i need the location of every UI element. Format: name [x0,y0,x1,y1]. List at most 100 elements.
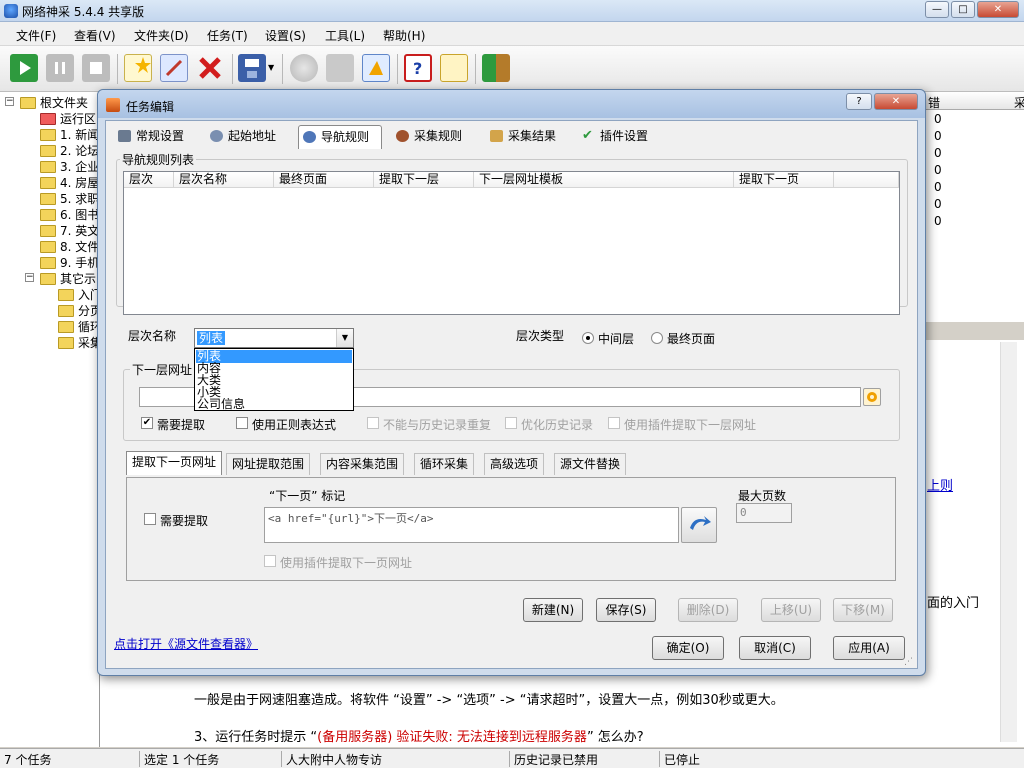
dialog-close-button[interactable]: ✕ [874,93,918,110]
tab-plugin-settings[interactable]: ✔ 插件设置 [578,125,662,149]
grid-value: 0 [934,129,942,143]
tree-item[interactable]: 9. 手机 [40,254,99,270]
delete-icon[interactable] [196,54,224,82]
chk-next-page-need-extract[interactable] [144,513,156,525]
radio-middle-level[interactable] [582,332,594,344]
tree-collapse-icon[interactable]: − [25,273,34,282]
max-pages-input[interactable]: 0 [736,503,792,523]
menu-file[interactable]: 文件(F) [16,27,56,44]
folder-icon [58,289,74,301]
tab-nav-rules[interactable]: 导航规则 [298,125,382,149]
exit-icon[interactable] [482,54,510,82]
plugin-icon[interactable] [362,54,390,82]
status-selected: 选定 1 个任务 [140,751,282,767]
tab-start-url[interactable]: 起始地址 [206,125,290,149]
grid-col-error[interactable]: 错 [928,94,940,111]
menu-tools[interactable]: 工具(L) [325,27,365,44]
stop-icon[interactable] [82,54,110,82]
refresh-arrow-icon[interactable] [681,507,717,543]
menu-settings[interactable]: 设置(S) [265,27,306,44]
help-scrollbar[interactable] [1000,342,1017,742]
results-icon [490,130,503,142]
tree-item-root[interactable]: 根文件夹 [20,94,88,110]
tree-item[interactable]: 8. 文件 [40,238,99,254]
col-next-level-url-template[interactable]: 下一层网址模板 [474,172,734,188]
search-help-icon[interactable] [440,54,468,82]
play-icon[interactable] [10,54,38,82]
tree-item[interactable]: 入门 [58,286,99,302]
help-icon[interactable]: ? [404,54,432,82]
tab-general[interactable]: 常规设置 [114,125,196,149]
save-rule-button[interactable]: 保存(S) [596,598,656,622]
close-button[interactable]: ✕ [977,1,1019,18]
tab-collect-results[interactable]: 采集结果 [486,125,570,149]
menu-help[interactable]: 帮助(H) [383,27,425,44]
dropdown-option[interactable]: 公司信息 [196,398,352,411]
col-extract-next-level[interactable]: 提取下一层 [374,172,474,188]
subtab-url-extract-range[interactable]: 网址提取范围 [226,453,311,475]
status-state: 已停止 [664,753,701,767]
tree-item-other[interactable]: 其它示 [40,270,96,286]
maximize-button[interactable]: □ [951,1,975,18]
tree-item[interactable]: 分页 [58,302,99,318]
next-page-mark-input[interactable]: <a href="{url}">下一页</a> [264,507,679,543]
new-rule-button[interactable]: 新建(N) [523,598,583,622]
subtab-loop-collect[interactable]: 循环采集 [414,453,475,475]
chevron-down-icon[interactable]: ▼ [336,329,353,347]
tree-item[interactable]: 4. 房屋 [40,174,99,190]
dialog-title-bar: 任务编辑 ? ✕ [98,90,925,118]
gear-icon[interactable] [863,388,881,406]
folder-icon [58,305,74,317]
menu-task[interactable]: 任务(T) [207,27,248,44]
menu-folder[interactable]: 文件夹(D) [134,27,189,44]
tree-collapse-icon[interactable]: − [5,97,14,106]
minimize-button[interactable]: — [925,1,949,18]
col-extract-next-page[interactable]: 提取下一页 [734,172,834,188]
level-name-combo[interactable]: 列表 ▼ [194,328,354,348]
grid-col-collect[interactable]: 采 [1014,94,1024,111]
tree-item[interactable]: 2. 论坛 [40,142,99,158]
settings-icon [118,130,131,142]
subtab-source-replace[interactable]: 源文件替换 [554,453,627,475]
chk-optimize-history-label: 优化历史记录 [521,418,594,432]
subtab-content-collect-range[interactable]: 内容采集范围 [320,453,405,475]
col-level[interactable]: 层次 [124,172,174,188]
tree-item[interactable]: 3. 企业 [40,158,99,174]
new-task-icon[interactable] [124,54,152,82]
tree-item[interactable]: 1. 新闻 [40,126,99,142]
dialog-help-button[interactable]: ? [846,93,872,110]
subtab-advanced[interactable]: 高级选项 [484,453,545,475]
chk-need-extract[interactable]: ✔ [141,417,153,429]
chevron-down-icon[interactable]: ▼ [268,63,274,72]
tree-item[interactable]: 采集 [58,334,99,350]
chk-use-plugin-next-page-label: 使用插件提取下一页网址 [280,556,413,570]
help-link[interactable]: 上则 [927,475,953,494]
col-level-name[interactable]: 层次名称 [174,172,274,188]
nav-rules-list[interactable]: 层次 层次名称 最终页面 提取下一层 下一层网址模板 提取下一页 [123,171,900,315]
tree-item[interactable]: 5. 求职 [40,190,99,206]
subtab-next-page-url[interactable]: 提取下一页网址 [126,451,223,475]
chk-next-page-need-extract-label: 需要提取 [160,514,209,528]
checkmark-icon: ✔ [582,128,593,143]
radio-final-page[interactable] [651,332,663,344]
pause-icon[interactable] [46,54,74,82]
edit-icon[interactable] [160,54,188,82]
col-final-page[interactable]: 最终页面 [274,172,374,188]
source-viewer-link[interactable]: 点击打开《源文件查看器》 [114,635,258,652]
tree-item[interactable]: 运行区 [40,110,96,126]
help-line: 一般是由于网速阻塞造成。将软件 “设置” -> “选项” -> “请求超时”，设… [194,693,784,708]
menu-view[interactable]: 查看(V) [74,27,116,44]
next-page-mark-label: “下一页” 标记 [269,489,346,503]
ok-button[interactable]: 确定(O) [652,636,724,660]
chk-use-regex[interactable] [236,417,248,429]
cancel-button[interactable]: 取消(C) [739,636,811,660]
tab-collect-rules[interactable]: 采集规则 [392,125,476,149]
magnifier-icon [210,130,223,142]
tree-item[interactable]: 循环 [58,318,99,334]
apply-button[interactable]: 应用(A) [833,636,905,660]
resize-grip-icon[interactable]: ⋰ [904,657,913,667]
tree-item[interactable]: 7. 英文 [40,222,99,238]
chk-no-repeat-history-label: 不能与历史记录重复 [383,418,492,432]
tree-item[interactable]: 6. 图书 [40,206,99,222]
save-icon[interactable] [238,54,266,82]
